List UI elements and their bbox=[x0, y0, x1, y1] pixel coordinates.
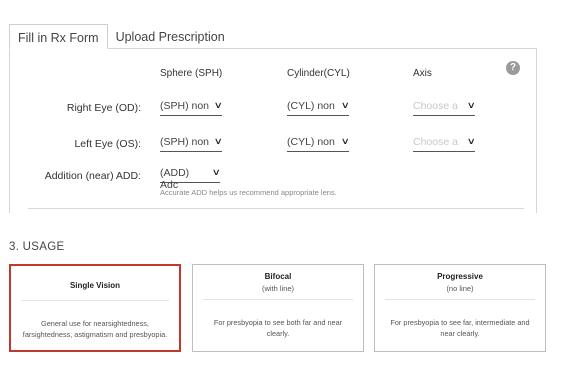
usage-option-progressive[interactable]: Progressive (no line) For presbyopia to … bbox=[374, 264, 546, 352]
tab-upload-prescription[interactable]: Upload Prescription bbox=[108, 24, 233, 49]
addition-note: Accurate ADD helps us recommend appropri… bbox=[160, 188, 337, 197]
right-eye-sph-select[interactable]: (SPH) non ∨ bbox=[160, 100, 224, 116]
usage-option-subtitle: (with line) bbox=[261, 284, 295, 293]
left-eye-cyl-value: (CYL) non bbox=[287, 136, 335, 148]
right-eye-cyl-value: (CYL) non bbox=[287, 100, 335, 112]
chevron-down-icon: ∨ bbox=[341, 100, 351, 110]
question-circle-icon[interactable]: ? bbox=[506, 61, 520, 75]
chevron-down-icon: ∨ bbox=[214, 136, 224, 146]
tab-fill-rx-form[interactable]: Fill in Rx Form bbox=[9, 24, 108, 49]
right-eye-cyl-select[interactable]: (CYL) non ∨ bbox=[287, 100, 351, 116]
left-eye-sph-value: (SPH) non bbox=[160, 136, 210, 148]
addition-select[interactable]: (ADD) Adc ∨ bbox=[160, 167, 222, 191]
chevron-down-icon: ∨ bbox=[341, 136, 351, 146]
right-eye-label: Right Eye (OD): bbox=[66, 102, 141, 114]
usage-section-title: 3. USAGE bbox=[9, 241, 65, 253]
addition-label: Addition (near) ADD: bbox=[44, 170, 141, 182]
prescription-tabs: Fill in Rx Form Upload Prescription bbox=[9, 24, 233, 49]
usage-option-description: For presbyopia to see far, intermediate … bbox=[390, 318, 530, 338]
usage-option-title: Single Vision bbox=[69, 281, 121, 290]
usage-option-title: Bifocal bbox=[264, 272, 292, 281]
usage-option-description: For presbyopia to see both far and near … bbox=[213, 318, 343, 338]
chevron-down-icon: ∨ bbox=[467, 100, 477, 110]
usage-option-description: General use for nearsightedness, farsigh… bbox=[22, 319, 168, 339]
axis-header: Axis bbox=[413, 68, 432, 79]
divider bbox=[385, 299, 535, 300]
usage-option-subtitle: (no line) bbox=[446, 284, 474, 293]
divider bbox=[28, 208, 524, 209]
left-eye-sph-select[interactable]: (SPH) non ∨ bbox=[160, 136, 224, 152]
sphere-header: Sphere (SPH) bbox=[160, 68, 223, 79]
right-eye-axis-select[interactable]: Choose a ∨ bbox=[413, 100, 477, 116]
usage-option-single-vision[interactable]: Single Vision General use for nearsighte… bbox=[9, 264, 181, 352]
usage-option-title: Progressive bbox=[437, 272, 483, 281]
left-eye-axis-select[interactable]: Choose a ∨ bbox=[413, 136, 477, 152]
divider bbox=[203, 299, 353, 300]
left-eye-cyl-select[interactable]: (CYL) non ∨ bbox=[287, 136, 351, 152]
chevron-down-icon: ∨ bbox=[467, 136, 477, 146]
chevron-down-icon: ∨ bbox=[214, 100, 224, 110]
chevron-down-icon: ∨ bbox=[212, 167, 222, 177]
cylinder-header: Cylinder(CYL) bbox=[287, 68, 350, 79]
right-eye-axis-value: Choose a bbox=[413, 100, 458, 112]
usage-option-bifocal[interactable]: Bifocal (with line) For presbyopia to se… bbox=[192, 264, 364, 352]
divider bbox=[21, 300, 169, 301]
right-eye-sph-value: (SPH) non bbox=[160, 100, 210, 112]
left-eye-axis-value: Choose a bbox=[413, 136, 458, 148]
left-eye-label: Left Eye (OS): bbox=[74, 138, 141, 150]
